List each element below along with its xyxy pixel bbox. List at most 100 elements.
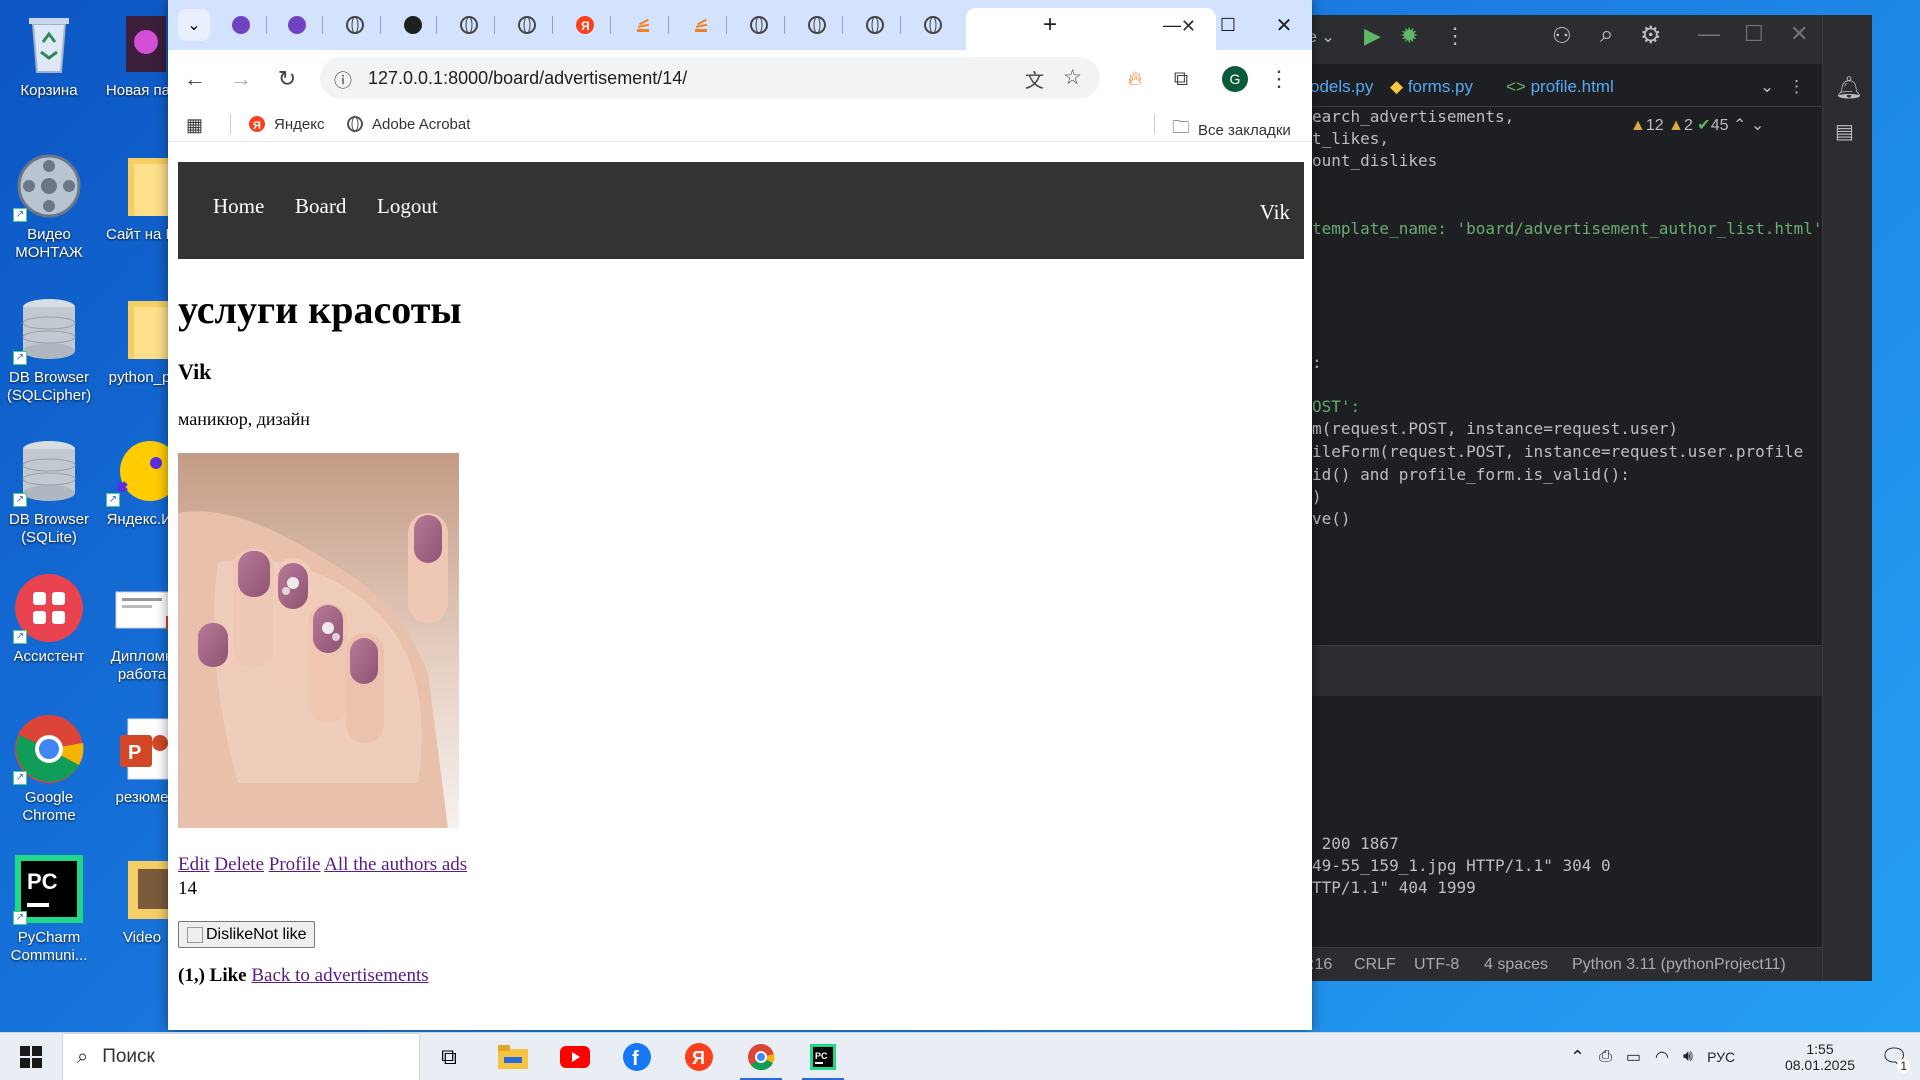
globe-icon[interactable] [862, 12, 888, 38]
minimize-icon[interactable]: — [1698, 21, 1720, 47]
likes-row: (1,) Like Back to advertisements [178, 965, 429, 987]
all-bookmarks[interactable]: 🗀 Все закладки [1172, 115, 1291, 145]
globe-icon[interactable] [342, 12, 368, 38]
code-line: template_name: 'board/advertisement_auth… [1312, 219, 1823, 238]
stackoverflow-icon[interactable] [688, 12, 714, 38]
profile-link[interactable]: Profile [269, 854, 321, 875]
edit-link[interactable]: Edit [178, 854, 210, 875]
caret-position[interactable]: :16 [1310, 956, 1332, 974]
add-user-icon[interactable]: ⚇ [1552, 23, 1572, 49]
start-button[interactable] [0, 1033, 62, 1080]
extension-flame-icon[interactable]: 🔥︎ [1120, 64, 1150, 94]
minimize-icon[interactable]: — [1144, 0, 1200, 50]
run-config-chevron-icon[interactable]: e ⌄ [1308, 27, 1335, 47]
desktop-icon-google-chrome[interactable]: ↗ Google Chrome [3, 713, 95, 825]
pycharm-taskbar-icon[interactable]: PC [794, 1033, 852, 1080]
tab-search-chevron-icon[interactable]: ⌄ [178, 9, 210, 41]
chrome-taskbar-icon[interactable] [732, 1033, 790, 1080]
toolbox-icon[interactable]: ▤ [1835, 119, 1854, 144]
desktop-icon-assistant[interactable]: ↗ Ассистент [3, 572, 95, 666]
tabs-more-icon[interactable]: ⋮ [1788, 77, 1805, 97]
tab-favicon-icon[interactable] [228, 12, 254, 38]
indent-setting[interactable]: 4 spaces [1484, 956, 1548, 974]
task-view-icon[interactable]: ⧉ [420, 1033, 478, 1080]
profile-avatar[interactable]: G [1220, 64, 1250, 94]
globe-icon[interactable] [920, 12, 946, 38]
bookmark-star-icon[interactable]: ☆ [1063, 65, 1082, 90]
chevron-up-icon[interactable]: ⌃ [1733, 117, 1751, 134]
stackoverflow-icon[interactable] [630, 12, 656, 38]
desktop-icon-pycharm[interactable]: PC ↗ PyCharm Communi... [3, 853, 95, 965]
settings-gear-icon[interactable]: ⚙ [1640, 21, 1662, 50]
notification-center[interactable]: 🗨︎ 1 [1872, 1033, 1916, 1080]
debug-icon[interactable]: ✹ [1400, 23, 1418, 49]
code-editor[interactable]: ▲12 ▲2 ✔45 ⌃ ⌄ earch_advertisements, t_l… [1300, 107, 1823, 637]
desktop-icon-recycle-bin[interactable]: Корзина [3, 6, 95, 100]
menu-more-icon[interactable]: ⋮ [1264, 64, 1294, 94]
battery-icon[interactable]: ▭ [1626, 1047, 1641, 1067]
desktop-icon-db-browser-sqlite[interactable]: ↗ DB Browser (SQLite) [3, 435, 95, 547]
more-icon[interactable]: ⋮ [1444, 23, 1466, 49]
python-interpreter[interactable]: Python 3.11 (pythonProject11) [1572, 956, 1786, 974]
file-explorer-icon[interactable] [484, 1033, 542, 1080]
run-icon[interactable]: ▶ [1364, 23, 1381, 49]
close-icon[interactable]: ✕ [1256, 0, 1312, 50]
reload-icon[interactable]: ↻ [272, 64, 302, 94]
translate-icon[interactable]: 文 [1025, 66, 1044, 93]
all-authors-ads-link[interactable]: All the authors ads [324, 854, 467, 875]
yandex-icon[interactable]: Я [572, 12, 598, 38]
nav-logout-link[interactable]: Logout [377, 194, 438, 219]
desktop-icon-db-browser-sqlcipher[interactable]: ↗ DB Browser (SQLCipher) [3, 293, 95, 405]
line-separator[interactable]: CRLF [1354, 956, 1396, 974]
maximize-icon[interactable]: ☐ [1200, 0, 1256, 50]
file-encoding[interactable]: UTF-8 [1414, 956, 1459, 974]
dislike-button[interactable]: DislikeNot like [178, 921, 316, 948]
delete-link[interactable]: Delete [214, 854, 264, 875]
url-text[interactable]: 127.0.0.1:8000/board/advertisement/14/ [368, 68, 687, 89]
new-tab-plus-icon[interactable]: + [1022, 0, 1078, 50]
pycharm-icon: PC ↗ [13, 853, 85, 925]
tab-favicon-icon[interactable] [284, 12, 310, 38]
notifications-bell-icon[interactable]: 🔔︎ [1835, 75, 1863, 101]
desktop-icon-label: резюме [115, 789, 169, 806]
github-icon[interactable] [400, 12, 426, 38]
yandex-browser-icon[interactable]: Я [670, 1033, 728, 1080]
desktop-icon-video-montage[interactable]: ↗ Видео МОНТАЖ [3, 150, 95, 262]
volume-icon[interactable]: 🔊︎ [1683, 1048, 1693, 1066]
nav-home-link[interactable]: Home [213, 194, 264, 219]
desktop-icon-label: Video [122, 929, 162, 946]
tray-device-icon[interactable]: ⎙ [1599, 1048, 1612, 1066]
input-language[interactable]: РУС [1707, 1049, 1735, 1065]
bookmark-adobe-acrobat[interactable]: Adobe Acrobat [346, 115, 470, 133]
maximize-icon[interactable]: ☐ [1744, 21, 1764, 47]
facebook-icon[interactable]: f [608, 1033, 666, 1080]
terminal-panel[interactable]: 200 1867 49-55_159_1.jpg HTTP/1.1" 304 0… [1300, 645, 1822, 955]
apps-grid-icon[interactable]: ▦ [186, 115, 203, 136]
site-info-icon[interactable]: ⓘ [334, 67, 352, 93]
youtube-icon[interactable] [546, 1033, 604, 1080]
extensions-puzzle-icon[interactable]: ⧉ [1166, 64, 1196, 94]
chevron-down-icon[interactable]: ⌄ [1751, 117, 1764, 134]
back-arrow-icon[interactable]: ← [180, 64, 210, 94]
tab-models[interactable]: odels.py [1310, 77, 1373, 97]
code-line: OST': [1312, 397, 1361, 416]
search-icon[interactable]: ⌕ [1600, 21, 1613, 49]
clock[interactable]: 1:55 08.01.2025 [1770, 1033, 1870, 1080]
inspection-widget[interactable]: ▲12 ▲2 ✔45 ⌃ ⌄ [1630, 115, 1764, 135]
tray-chevron-up-icon[interactable]: ⌃ [1570, 1047, 1585, 1068]
tab-profile-html[interactable]: <> profile.html [1506, 77, 1614, 97]
close-icon[interactable]: ✕ [1790, 21, 1808, 47]
globe-icon[interactable] [514, 12, 540, 38]
globe-icon[interactable] [456, 12, 482, 38]
taskbar-search[interactable]: ⌕ Поиск [62, 1033, 420, 1080]
bookmark-yandex[interactable]: Я Яндекс [248, 115, 324, 133]
nav-board-link[interactable]: Board [295, 194, 346, 219]
globe-icon[interactable] [804, 12, 830, 38]
address-bar[interactable]: ⓘ 127.0.0.1:8000/board/advertisement/14/… [320, 57, 1100, 99]
wifi-icon[interactable]: ◠ [1655, 1047, 1669, 1067]
globe-icon[interactable] [746, 12, 772, 38]
tabs-dropdown-chevron-icon[interactable]: ⌄ [1760, 77, 1774, 97]
forward-arrow-icon[interactable]: → [226, 64, 256, 94]
back-to-advertisements-link[interactable]: Back to advertisements [251, 965, 428, 986]
tab-forms[interactable]: ◆ forms.py [1390, 77, 1473, 97]
